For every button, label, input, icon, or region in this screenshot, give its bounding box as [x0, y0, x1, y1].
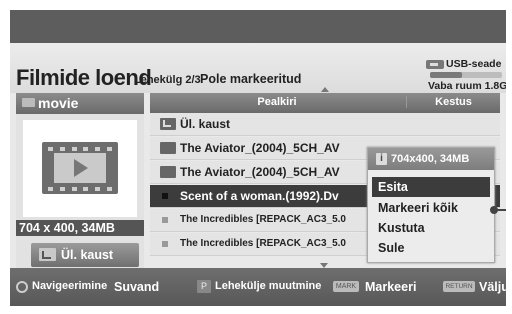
up-folder-button[interactable]: Ül. kaust	[31, 243, 139, 267]
column-header-title: Pealkiri	[257, 96, 297, 108]
scroll-up-arrow-icon[interactable]	[321, 87, 329, 92]
video-thumbnail	[23, 120, 137, 217]
page-indicator: Lehekülg 2/3	[134, 74, 201, 86]
menu-item-mark-all[interactable]: Markeeri kõik	[372, 198, 490, 218]
tv-screen: Filmide loend Lehekülg 2/3 Pole markeeri…	[10, 10, 506, 306]
up-folder-icon	[160, 118, 176, 130]
folder-icon	[22, 98, 35, 107]
option-popup: i 704x400, 34MB Esita Markeeri kõik Kust…	[367, 147, 495, 263]
folder-name: movie	[38, 95, 79, 111]
navigation-arrows-icon	[16, 281, 28, 293]
footer-navigate: Navigeerimine	[32, 280, 108, 292]
folder-icon	[160, 166, 176, 178]
storage-bar-fill	[430, 72, 463, 78]
free-space: Vaba ruum 1.8GB	[428, 80, 506, 92]
storage-bar	[430, 72, 502, 78]
preview-resolution: 704 x 400, 34MB	[16, 220, 144, 236]
list-header: Pealkiri Kestus	[150, 93, 500, 113]
video-file-icon	[162, 241, 168, 247]
menu-item-delete[interactable]: Kustuta	[372, 218, 490, 238]
footer-mark[interactable]: Markeeri	[365, 280, 416, 294]
mark-key-icon: MARK	[333, 281, 359, 292]
up-folder-icon	[39, 248, 56, 261]
footer-bar: Navigeerimine Suvand P Lehekülje muutmin…	[10, 268, 506, 306]
mark-status: Pole markeeritud	[200, 72, 302, 86]
list-item-label: Ül. kaust	[180, 117, 231, 131]
folder-icon	[160, 142, 176, 154]
page-key-icon: P	[197, 280, 211, 293]
preview-panel: movie 704 x 400, 34MB Ül. kaust	[16, 93, 144, 268]
top-band	[10, 10, 506, 43]
list-item-label: The Aviator_(2004)_5CH_AV	[180, 141, 340, 155]
menu-item-play[interactable]: Esita	[372, 177, 490, 197]
video-file-icon	[162, 193, 168, 199]
film-icon	[42, 142, 118, 194]
footer-exit[interactable]: Välju	[479, 280, 506, 294]
popup-header: i 704x400, 34MB	[368, 148, 494, 170]
folder-header: movie	[16, 93, 144, 114]
play-icon	[74, 159, 88, 177]
footer-page-change[interactable]: Lehekülje muutmine	[215, 280, 321, 292]
menu-item-close[interactable]: Sule	[372, 238, 490, 258]
footer-option[interactable]: Suvand	[114, 280, 159, 294]
return-key-icon: RETURN	[443, 281, 475, 292]
page-title: Filmide loend	[16, 65, 152, 90]
video-file-icon	[162, 217, 168, 223]
popup-file-info: 704x400, 34MB	[391, 153, 470, 165]
list-item-label: The Aviator_(2004)_5CH_AV	[180, 165, 340, 179]
up-folder-label: Ül. kaust	[61, 248, 114, 262]
usb-icon	[426, 59, 444, 69]
usb-label: USB-seade	[446, 58, 502, 70]
list-item-up-folder[interactable]: Ül. kaust	[150, 113, 500, 136]
list-item-label: Scent of a woman.(1992).Dv	[180, 189, 339, 203]
list-item-label: The Incredibles [REPACK_AC3_5.0	[180, 214, 346, 225]
column-header-duration: Kestus	[406, 96, 500, 108]
info-icon: i	[376, 153, 387, 165]
pointer-dot-icon	[490, 206, 498, 214]
header: Filmide loend Lehekülg 2/3 Pole markeeri…	[10, 43, 506, 93]
list-item-label: The Incredibles [REPACK_AC3_5.0	[180, 238, 346, 249]
usb-device: USB-seade	[426, 58, 501, 70]
